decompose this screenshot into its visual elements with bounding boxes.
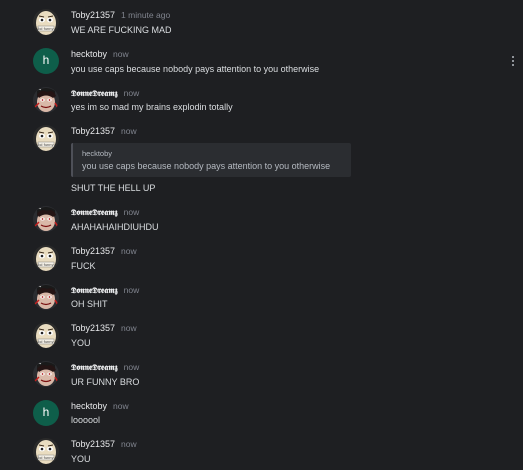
message-header: Toby21357 now	[71, 323, 137, 333]
author-name[interactable]: hecktoby	[71, 49, 107, 59]
message-text: AHAHAHAIHDIUHDU	[71, 222, 159, 232]
author-name[interactable]: 𝕯𝖔𝖓𝖓𝖊𝕯𝖗𝖊𝖆𝖒𝖟	[71, 286, 118, 296]
author-name[interactable]: Toby21357	[71, 126, 115, 136]
author-name[interactable]: hecktoby	[71, 401, 107, 411]
message-text: loooool	[71, 415, 101, 425]
toby-avatar[interactable]	[33, 125, 59, 151]
timestamp: now	[123, 285, 140, 295]
timestamp: now	[121, 246, 137, 256]
donne-avatar[interactable]	[33, 361, 59, 387]
author-name[interactable]: Toby21357	[71, 246, 115, 256]
avatar-letter: h	[42, 405, 50, 419]
message-header: hecktoby now	[71, 49, 129, 59]
chat-log: Toby21357 1 minute ago WE ARE FUCKING MAD…	[0, 0, 523, 470]
message-text: UR FUNNY BRO	[71, 377, 140, 387]
donne-avatar[interactable]	[33, 284, 59, 310]
author-name[interactable]: Toby21357	[71, 439, 115, 449]
timestamp: now	[121, 126, 137, 136]
timestamp: now	[113, 49, 129, 59]
timestamp: now	[123, 362, 140, 372]
timestamp: now	[121, 439, 137, 449]
toby-avatar[interactable]	[33, 245, 59, 271]
message-text: WE ARE FUCKING MAD	[71, 25, 172, 35]
donne-avatar[interactable]	[33, 87, 59, 113]
author-name[interactable]: 𝕯𝖔𝖓𝖓𝖊𝕯𝖗𝖊𝖆𝖒𝖟	[71, 363, 118, 373]
message-text: SHUT THE HELL UP	[71, 183, 156, 193]
donne-avatar[interactable]	[33, 206, 59, 232]
avatar-letter: h	[42, 53, 50, 67]
toby-avatar[interactable]	[33, 438, 59, 464]
message-header: 𝕯𝖔𝖓𝖓𝖊𝕯𝖗𝖊𝖆𝖒𝖟 now	[71, 207, 139, 218]
message-text: FUCK	[71, 261, 96, 271]
message-text: you use caps because nobody pays attenti…	[71, 64, 320, 74]
timestamp: now	[121, 323, 137, 333]
message-text: YOU	[71, 338, 91, 348]
author-name[interactable]: Toby21357	[71, 323, 115, 333]
timestamp: now	[123, 207, 140, 217]
author-name[interactable]: 𝕯𝖔𝖓𝖓𝖊𝕯𝖗𝖊𝖆𝖒𝖟	[71, 89, 118, 99]
message-text: OH SHIT	[71, 299, 108, 309]
message-text: yes im so mad my brains explodin totally	[71, 102, 233, 112]
hecktoby-avatar[interactable]: h	[33, 48, 59, 74]
message-text: YOU	[71, 454, 91, 464]
author-name[interactable]: Toby21357	[71, 10, 115, 20]
hecktoby-avatar[interactable]: h	[33, 400, 59, 426]
kebab-menu-icon[interactable]	[511, 56, 515, 70]
timestamp: 1 minute ago	[121, 10, 171, 20]
toby-avatar[interactable]	[33, 322, 59, 348]
reply-quote[interactable]: hecktoby you use caps because nobody pay…	[71, 143, 351, 177]
message-header: Toby21357 now	[71, 439, 137, 449]
message-header: 𝕯𝖔𝖓𝖓𝖊𝕯𝖗𝖊𝖆𝖒𝖟 now	[71, 88, 139, 99]
quote-author: hecktoby	[82, 149, 113, 158]
author-name[interactable]: 𝕯𝖔𝖓𝖓𝖊𝕯𝖗𝖊𝖆𝖒𝖟	[71, 208, 118, 218]
quote-text: you use caps because nobody pays attenti…	[82, 161, 331, 171]
message-header: Toby21357 1 minute ago	[71, 10, 170, 20]
toby-avatar[interactable]	[33, 9, 59, 35]
message-header: hecktoby now	[71, 401, 129, 411]
message-header: 𝕯𝖔𝖓𝖓𝖊𝕯𝖗𝖊𝖆𝖒𝖟 now	[71, 362, 139, 373]
message-header: Toby21357 now	[71, 246, 137, 256]
message-header: Toby21357 now	[71, 126, 137, 136]
timestamp: now	[113, 401, 129, 411]
message-header: 𝕯𝖔𝖓𝖓𝖊𝕯𝖗𝖊𝖆𝖒𝖟 now	[71, 285, 139, 296]
timestamp: now	[123, 88, 140, 98]
